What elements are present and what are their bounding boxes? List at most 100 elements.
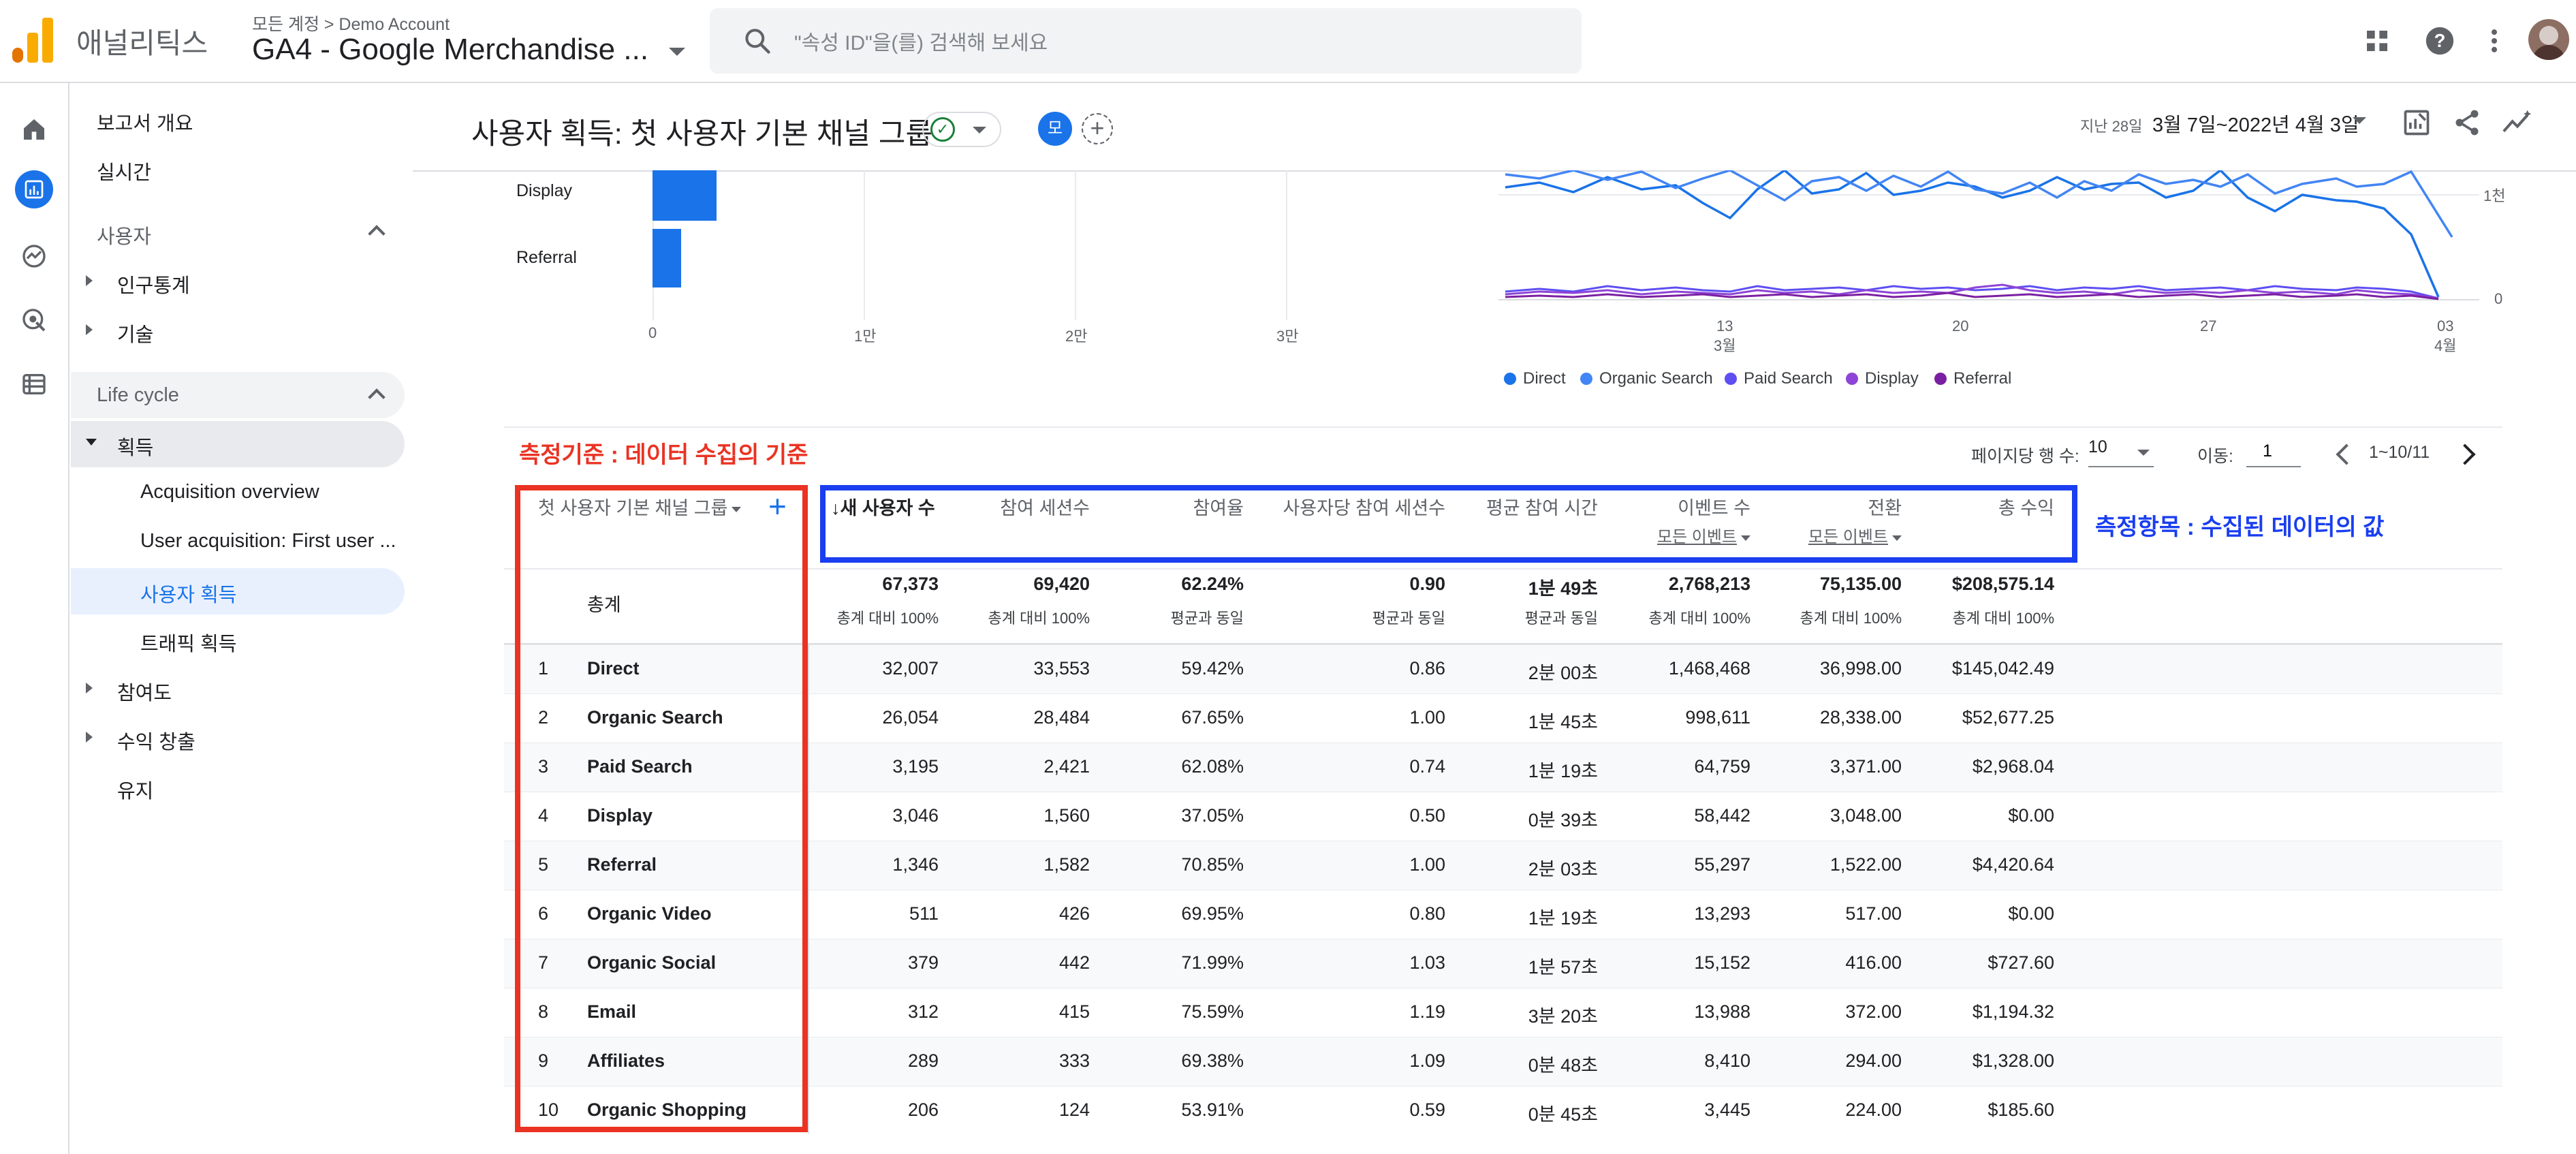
nav-item-tech[interactable]: 기술 <box>117 319 153 347</box>
search-input[interactable]: "속성 ID"을(를) 검색해 보세요 <box>794 26 1048 56</box>
cell-new-users: 206 <box>907 1100 939 1120</box>
nav-section-lifecycle[interactable]: Life cycle <box>97 384 179 407</box>
total-event-count: 2,768,213 <box>1668 574 1750 594</box>
cell-sessions-per-user: 0.59 <box>1409 1100 1445 1120</box>
nav-item-retention[interactable]: 유지 <box>117 775 153 804</box>
comparison-chip[interactable]: 모 <box>1038 112 1072 146</box>
top-app-bar: 애널리틱스 모든 계정 > Demo Account GA4 - Google … <box>0 0 2576 83</box>
check-circle-icon[interactable]: ✓ <box>930 117 955 142</box>
cell-engagement-rate: 71.99% <box>1181 952 1244 973</box>
grid-line <box>864 170 865 320</box>
legend-label: Paid Search <box>1744 369 1833 388</box>
share-icon[interactable] <box>2452 108 2482 138</box>
cell-engagement-rate: 70.85% <box>1181 854 1244 875</box>
breadcrumb[interactable]: 모든 계정 > Demo Account <box>252 11 450 35</box>
avatar[interactable] <box>2528 19 2569 60</box>
legend-item-organic-search[interactable]: Organic Search <box>1580 369 1713 388</box>
cell-event-count: 58,442 <box>1694 805 1750 826</box>
cell-engagement-rate: 59.42% <box>1181 658 1244 679</box>
prev-page-icon[interactable] <box>2336 443 2357 465</box>
cell-conversions: 416.00 <box>1845 952 1902 973</box>
cell-conversions: 3,048.00 <box>1829 805 1902 826</box>
total-sub-engaged-sessions: 총계 대비 100% <box>988 610 1090 627</box>
metrics-annotation-box <box>820 485 2077 563</box>
legend-label: Referral <box>1953 369 2012 388</box>
cell-conversions: 372.00 <box>1845 1001 1902 1022</box>
total-sub-new-users: 총계 대비 100% <box>836 610 939 627</box>
chevron-down-icon[interactable] <box>973 127 986 134</box>
nav-section-user[interactable]: 사용자 <box>97 221 151 249</box>
cell-conversions: 294.00 <box>1845 1050 1902 1071</box>
reports-icon[interactable] <box>15 170 53 208</box>
chevron-down-icon[interactable] <box>2137 450 2150 456</box>
cell-event-count: 1,468,468 <box>1668 658 1750 679</box>
advertising-icon[interactable] <box>15 301 53 339</box>
cell-avg-engagement-time: 0분 39초 <box>1528 810 1598 830</box>
nav-item-demographics[interactable]: 인구통계 <box>117 270 190 298</box>
bar-display[interactable] <box>653 170 717 221</box>
goto-page-input[interactable] <box>2246 436 2301 467</box>
cell-avg-engagement-time: 1분 19초 <box>1528 761 1598 781</box>
next-page-icon[interactable] <box>2454 443 2476 465</box>
explore-icon[interactable] <box>15 237 53 275</box>
collapse-arrow-icon[interactable] <box>86 439 97 446</box>
cell-total-revenue: $1,328.00 <box>1972 1050 2054 1071</box>
goto-label: 이동: <box>2197 447 2233 466</box>
nav-item-monetization[interactable]: 수익 창출 <box>117 726 195 755</box>
cell-conversions: 517.00 <box>1845 903 1902 924</box>
legend-swatch <box>1725 373 1737 385</box>
expand-arrow-icon[interactable] <box>86 683 93 693</box>
cell-new-users: 312 <box>907 1001 939 1022</box>
cell-avg-engagement-time: 2분 00초 <box>1528 663 1598 683</box>
x-tick-label: 27 <box>2200 317 2217 334</box>
nav-item-realtime[interactable]: 실시간 <box>97 157 151 185</box>
cell-engagement-rate: 75.59% <box>1181 1001 1244 1022</box>
legend-item-display[interactable]: Display <box>1846 369 1919 388</box>
total-sub-sessions-per-user: 평균과 동일 <box>1372 610 1445 627</box>
nav-item-user-acquisition[interactable]: 사용자 획득 <box>140 579 236 608</box>
x-tick-label: 1만 <box>854 328 877 345</box>
nav-item-user-acquisition-first-user[interactable]: User acquisition: First user ... <box>140 530 396 552</box>
nav-item-engagement[interactable]: 참여도 <box>117 677 172 706</box>
expand-arrow-icon[interactable] <box>86 732 93 743</box>
analytics-logo-icon[interactable] <box>12 18 53 63</box>
expand-arrow-icon[interactable] <box>86 275 93 286</box>
bar-category-label: Referral <box>516 248 577 267</box>
series-line-organic-search <box>1505 170 2453 238</box>
nav-item-acquisition[interactable]: 획득 <box>117 432 153 461</box>
apps-icon[interactable] <box>2363 27 2391 54</box>
nav-item-traffic-acquisition[interactable]: 트래픽 획득 <box>140 628 236 657</box>
date-range-prefix[interactable]: 지난 28일 <box>2080 114 2142 136</box>
search-icon[interactable] <box>742 26 772 56</box>
expand-arrow-icon[interactable] <box>86 324 93 335</box>
cell-engagement-rate: 69.95% <box>1181 903 1244 924</box>
property-selector[interactable]: GA4 - Google Merchandise ... <box>252 33 648 67</box>
bar-referral[interactable] <box>653 229 681 287</box>
legend-item-paid-search[interactable]: Paid Search <box>1725 369 1833 388</box>
date-range-picker[interactable]: 3월 7일~2022년 4월 3일 <box>2152 109 2359 138</box>
chevron-down-icon[interactable] <box>2353 117 2366 124</box>
configure-icon[interactable] <box>15 365 53 403</box>
chevron-down-icon[interactable] <box>669 48 685 56</box>
home-icon[interactable] <box>15 110 53 149</box>
cell-conversions: 1,522.00 <box>1829 854 1902 875</box>
legend-swatch <box>1934 373 1947 385</box>
cell-event-count: 13,988 <box>1694 1001 1750 1022</box>
cell-engaged-sessions: 124 <box>1058 1100 1090 1120</box>
cell-avg-engagement-time: 1분 57초 <box>1528 957 1598 978</box>
cell-event-count: 8,410 <box>1704 1050 1750 1071</box>
add-comparison-icon[interactable]: + <box>1082 113 1113 144</box>
chevron-up-icon[interactable] <box>368 225 386 243</box>
help-icon[interactable]: ? <box>2425 26 2455 56</box>
nav-item-reports-overview[interactable]: 보고서 개요 <box>97 108 193 136</box>
insights-icon[interactable] <box>2501 108 2534 138</box>
cell-engagement-rate: 53.91% <box>1181 1100 1244 1120</box>
more-vert-icon[interactable] <box>2479 26 2509 56</box>
cell-total-revenue: $52,677.25 <box>1962 707 2054 728</box>
cell-total-revenue: $2,968.04 <box>1972 756 2054 777</box>
legend-item-referral[interactable]: Referral <box>1934 369 2011 388</box>
legend-item-direct[interactable]: Direct <box>1504 369 1566 388</box>
customize-report-icon[interactable] <box>2402 108 2432 138</box>
total-new-users: 67,373 <box>882 574 939 594</box>
nav-item-acquisition-overview[interactable]: Acquisition overview <box>140 481 319 503</box>
